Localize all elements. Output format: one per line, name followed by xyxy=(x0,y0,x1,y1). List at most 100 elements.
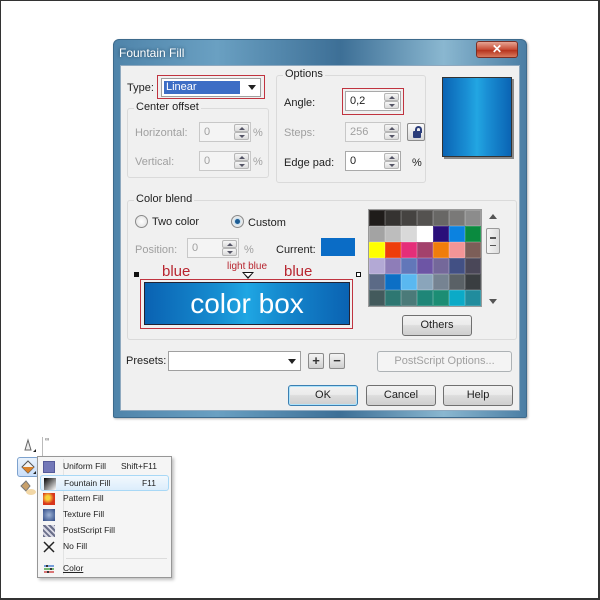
menu-item-no-fill[interactable]: No Fill xyxy=(40,539,169,555)
palette-swatch[interactable] xyxy=(449,226,465,242)
close-button[interactable]: ✕ xyxy=(476,41,518,58)
fill-preview[interactable] xyxy=(442,77,512,157)
palette-swatch[interactable] xyxy=(433,258,449,274)
current-color-swatch[interactable] xyxy=(321,238,355,256)
palette-swatch[interactable] xyxy=(433,274,449,290)
spin-down-icon[interactable] xyxy=(384,161,399,169)
custom-label[interactable]: Custom xyxy=(248,217,286,229)
palette-swatch[interactable] xyxy=(369,210,385,226)
annotation-light-blue: light blue xyxy=(227,261,268,272)
palette-swatch[interactable] xyxy=(465,258,481,274)
menu-item-fountain-fill[interactable]: Fountain Fill F11 xyxy=(40,475,169,491)
menu-item-texture-fill[interactable]: Texture Fill xyxy=(40,507,169,523)
palette-swatch[interactable] xyxy=(401,210,417,226)
presets-dropdown[interactable] xyxy=(168,351,301,371)
spin-down-icon[interactable] xyxy=(234,161,249,169)
palette-swatch[interactable] xyxy=(417,258,433,274)
spin-down-icon[interactable] xyxy=(234,132,249,140)
palette-swatch[interactable] xyxy=(433,226,449,242)
palette-swatch[interactable] xyxy=(417,226,433,242)
horizontal-value: 0 xyxy=(204,126,211,138)
scroll-down-icon[interactable] xyxy=(489,299,497,304)
menu-item-postscript-fill[interactable]: PostScript Fill xyxy=(40,523,169,539)
palette-swatch[interactable] xyxy=(465,242,481,258)
color-palette[interactable] xyxy=(368,209,482,307)
start-color-node[interactable] xyxy=(134,272,139,277)
palette-swatch[interactable] xyxy=(369,242,385,258)
palette-swatch[interactable] xyxy=(385,274,401,290)
add-preset-button[interactable]: + xyxy=(308,353,324,369)
spin-up-icon[interactable] xyxy=(384,93,399,101)
edge-pad-input[interactable]: 0 xyxy=(345,151,401,171)
palette-swatch[interactable] xyxy=(449,290,465,306)
palette-swatch[interactable] xyxy=(369,274,385,290)
angle-input[interactable]: 0,2 xyxy=(345,91,401,111)
menu-item-color[interactable]: Color xyxy=(40,561,169,577)
spin-up-icon[interactable] xyxy=(384,124,399,132)
color-blend-bar[interactable]: color box xyxy=(144,282,350,325)
two-color-radio[interactable] xyxy=(135,215,148,228)
menu-item-pattern-fill[interactable]: Pattern Fill xyxy=(40,491,169,507)
spin-down-icon[interactable] xyxy=(384,132,399,140)
scroll-thumb[interactable] xyxy=(486,228,500,254)
spin-up-icon[interactable] xyxy=(222,240,237,248)
no-fill-icon xyxy=(43,541,55,553)
palette-swatch[interactable] xyxy=(433,242,449,258)
palette-swatch[interactable] xyxy=(401,274,417,290)
palette-swatch[interactable] xyxy=(417,274,433,290)
palette-scrollbar[interactable] xyxy=(486,214,500,304)
palette-swatch[interactable] xyxy=(369,226,385,242)
palette-swatch[interactable] xyxy=(401,242,417,258)
fill-tool[interactable] xyxy=(17,457,39,477)
palette-swatch[interactable] xyxy=(465,274,481,290)
postscript-options-button[interactable]: PostScript Options... xyxy=(377,351,512,372)
type-dropdown[interactable]: Linear xyxy=(161,78,261,97)
palette-swatch[interactable] xyxy=(449,210,465,226)
palette-swatch[interactable] xyxy=(417,210,433,226)
custom-radio[interactable] xyxy=(231,215,244,228)
title-bar[interactable]: Fountain Fill ✕ xyxy=(114,40,526,65)
remove-preset-button[interactable]: − xyxy=(329,353,345,369)
position-input[interactable]: 0 xyxy=(187,238,239,258)
menu-item-uniform-fill[interactable]: Uniform Fill Shift+F11 xyxy=(40,459,169,475)
palette-swatch[interactable] xyxy=(449,258,465,274)
interactive-fill-tool[interactable] xyxy=(17,478,39,498)
end-color-node[interactable] xyxy=(356,272,361,277)
horizontal-offset-input[interactable]: 0 xyxy=(199,122,251,142)
palette-swatch[interactable] xyxy=(449,242,465,258)
palette-swatch[interactable] xyxy=(385,226,401,242)
spin-up-icon[interactable] xyxy=(234,153,249,161)
palette-swatch[interactable] xyxy=(417,242,433,258)
palette-swatch[interactable] xyxy=(449,274,465,290)
others-button[interactable]: Others xyxy=(402,315,472,336)
spin-up-icon[interactable] xyxy=(384,153,399,161)
outline-tool[interactable] xyxy=(17,436,39,456)
vertical-offset-input[interactable]: 0 xyxy=(199,151,251,171)
palette-swatch[interactable] xyxy=(465,290,481,306)
palette-swatch[interactable] xyxy=(433,210,449,226)
steps-input[interactable]: 256 xyxy=(345,122,401,142)
cancel-button[interactable]: Cancel xyxy=(366,385,436,406)
spin-up-icon[interactable] xyxy=(234,124,249,132)
palette-swatch[interactable] xyxy=(433,290,449,306)
scroll-up-icon[interactable] xyxy=(489,214,497,219)
palette-swatch[interactable] xyxy=(385,290,401,306)
midpoint-color-marker[interactable] xyxy=(242,272,254,279)
palette-swatch[interactable] xyxy=(465,226,481,242)
palette-swatch[interactable] xyxy=(385,210,401,226)
steps-lock-button[interactable] xyxy=(407,123,425,141)
spin-down-icon[interactable] xyxy=(222,248,237,256)
palette-swatch[interactable] xyxy=(401,226,417,242)
two-color-label[interactable]: Two color xyxy=(152,216,199,228)
palette-swatch[interactable] xyxy=(385,258,401,274)
palette-swatch[interactable] xyxy=(369,258,385,274)
palette-swatch[interactable] xyxy=(385,242,401,258)
palette-swatch[interactable] xyxy=(369,290,385,306)
help-button[interactable]: Help xyxy=(443,385,513,406)
palette-swatch[interactable] xyxy=(401,290,417,306)
palette-swatch[interactable] xyxy=(417,290,433,306)
palette-swatch[interactable] xyxy=(465,210,481,226)
palette-swatch[interactable] xyxy=(401,258,417,274)
spin-down-icon[interactable] xyxy=(384,101,399,109)
ok-button[interactable]: OK xyxy=(288,385,358,406)
